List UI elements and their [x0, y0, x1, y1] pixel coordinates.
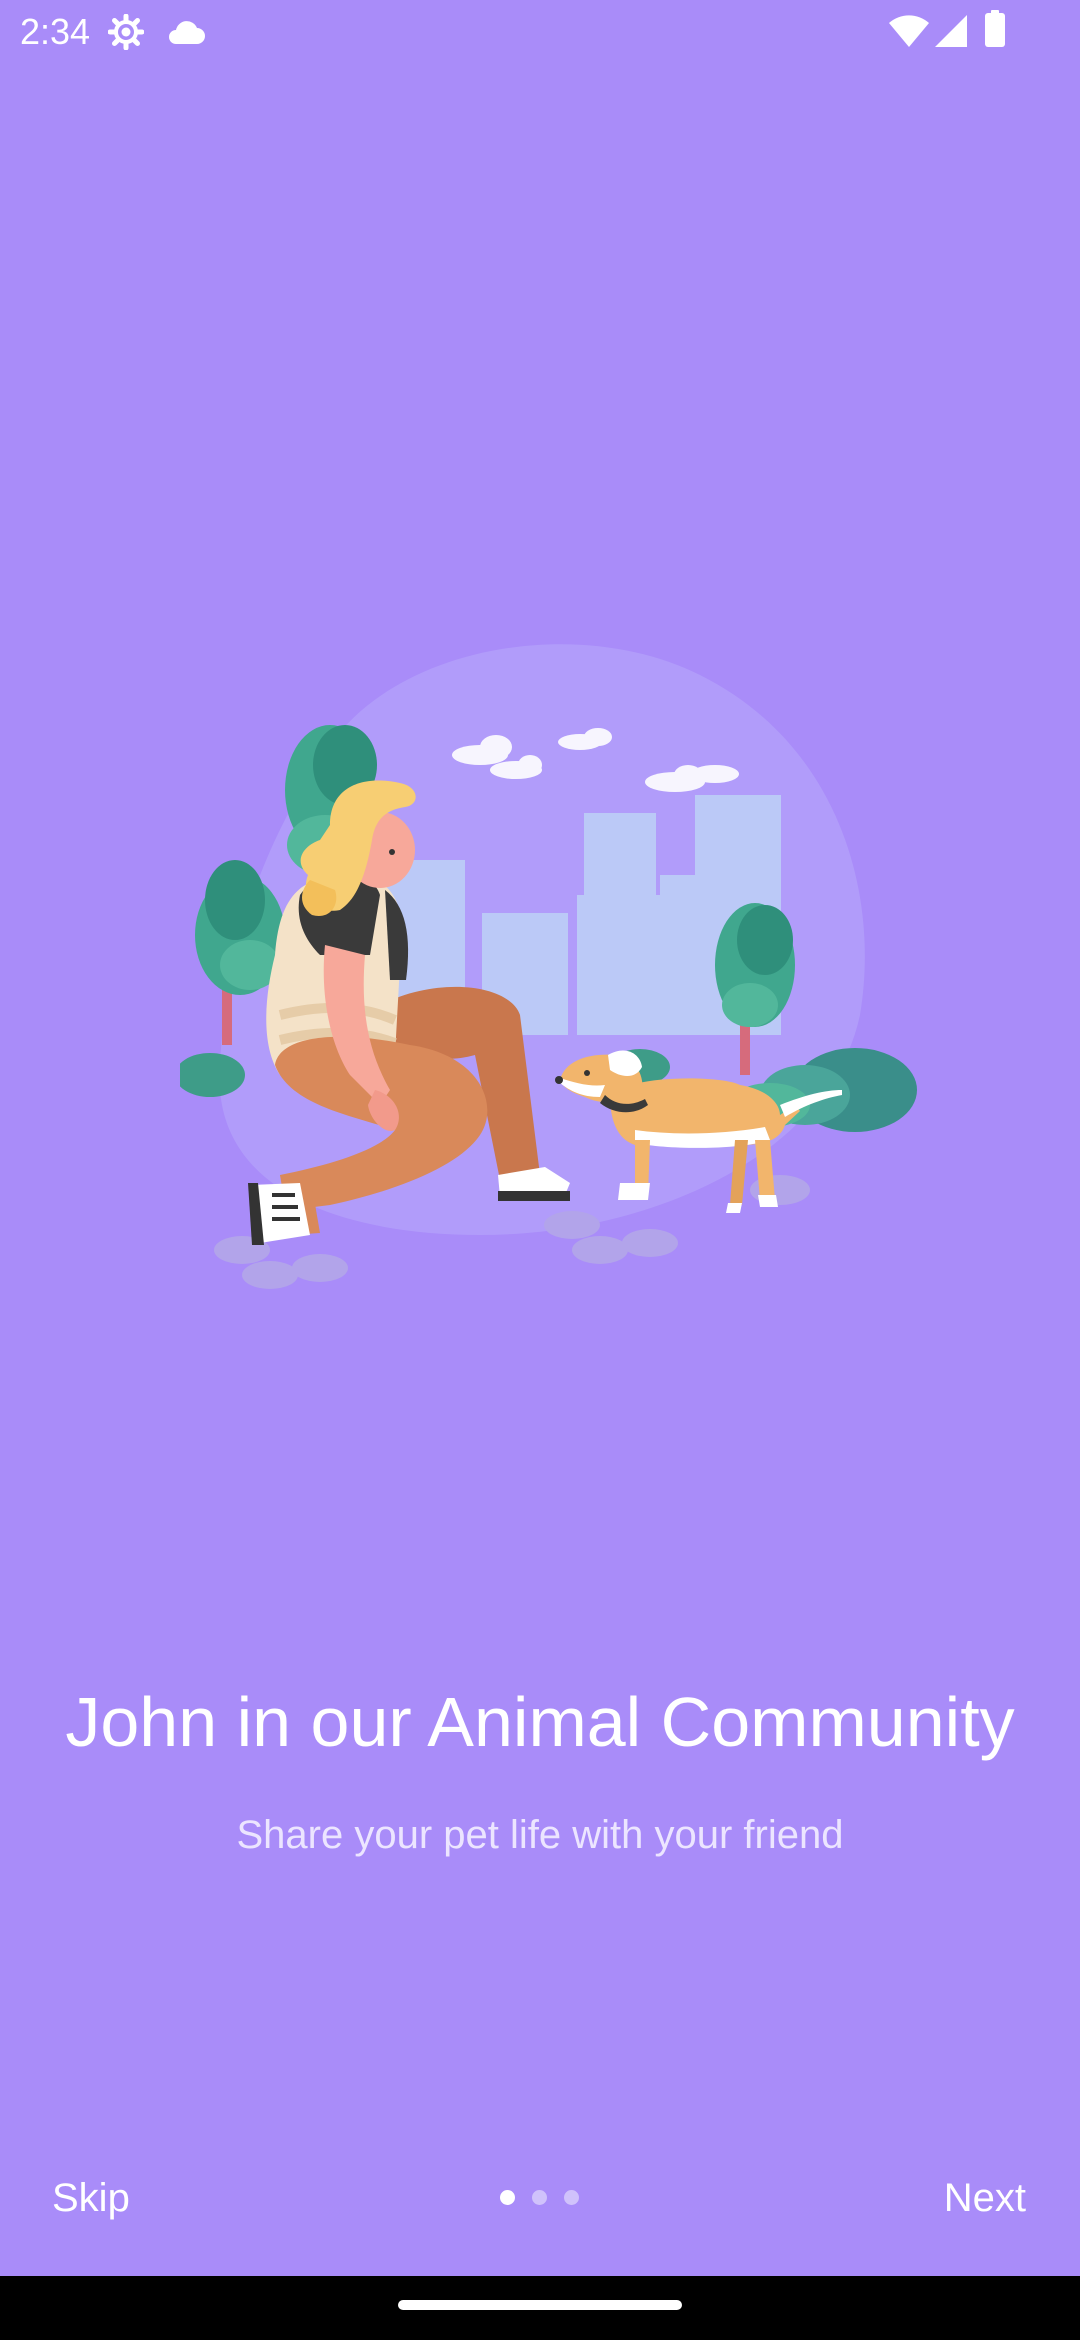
onboarding-title: John in our Animal Community [65, 1683, 1015, 1761]
wifi-icon [889, 15, 929, 48]
home-gesture-handle[interactable] [398, 2300, 682, 2310]
skip-button[interactable]: Skip [52, 2173, 130, 2223]
page-dot-1 [500, 2190, 515, 2205]
page-dot-2 [532, 2190, 547, 2205]
page-dot-3 [564, 2190, 579, 2205]
status-time: 2:34 [20, 11, 91, 52]
settings-icon [108, 14, 144, 50]
battery-icon [985, 10, 1005, 47]
status-bar: 2:34 [0, 0, 1080, 64]
next-button[interactable]: Next [944, 2173, 1026, 2223]
cloud-icon [169, 21, 205, 44]
page-indicator [500, 2190, 580, 2206]
signal-icon [935, 15, 967, 47]
onboarding-subtitle: Share your pet life with your friend [236, 1813, 844, 1857]
woman-petting-dog-illustration [180, 644, 917, 1289]
